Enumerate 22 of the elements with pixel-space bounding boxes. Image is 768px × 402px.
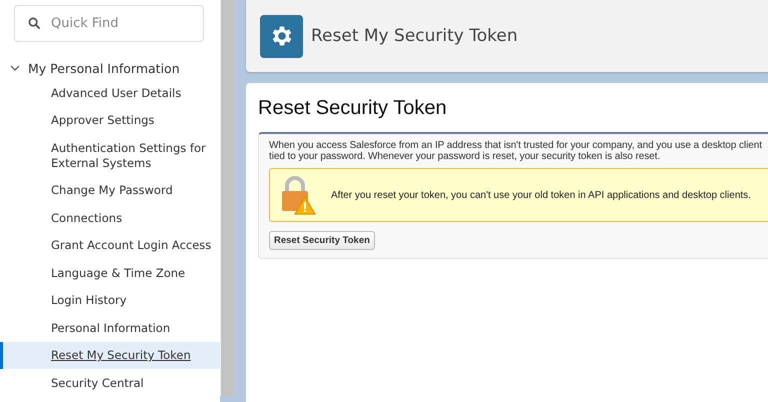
reset-token-button[interactable]: Reset Security Token — [269, 231, 375, 250]
tree-node[interactable]: My Personal Information — [0, 57, 220, 79]
description-text: When you access Salesforce from an IP address that isn't trusted for your company, and you use a desktop client — [269, 140, 763, 151]
sidebar-item[interactable]: Language & Time Zone — [0, 260, 220, 286]
scrollbar[interactable] — [220, 0, 234, 396]
description-text: tied to your password. Whenever your password is reset, your security token is also reset. — [269, 151, 662, 162]
sidebar-item[interactable]: Grant Account Login Access — [0, 232, 220, 259]
search-icon — [28, 17, 41, 30]
gear-icon — [260, 14, 303, 58]
sidebar-item[interactable]: Reset My Security Token — [0, 342, 220, 369]
sidebar-item[interactable]: Change My Password — [0, 177, 220, 204]
search-field[interactable]: Quick Find — [14, 5, 204, 42]
sidebar-item[interactable]: Login History — [0, 287, 220, 314]
sidebar-item[interactable]: Connections — [0, 204, 220, 232]
sidebar-item[interactable]: Approver Settings — [0, 107, 220, 134]
sidebar-item[interactable]: Advanced User Details — [0, 80, 220, 106]
page-title: Reset My Security Token — [311, 26, 518, 46]
warning-text: After you reset your token, you can't use your old token in API applications and desktop clients. — [331, 190, 751, 200]
section-heading: Reset Security Token — [258, 97, 448, 120]
sidebar-item[interactable]: Security Central — [0, 370, 220, 396]
sidebar-item[interactable]: Authentication Settings for External Systems — [0, 134, 220, 176]
sidebar-item[interactable]: Personal Information — [0, 314, 220, 342]
